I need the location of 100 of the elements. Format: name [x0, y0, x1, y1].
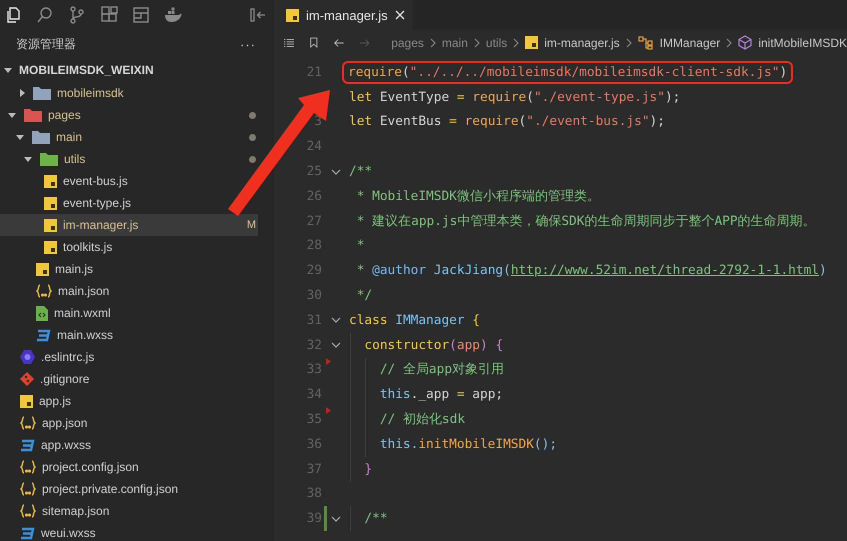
panel-icon[interactable] — [132, 6, 150, 24]
js-file-icon — [44, 218, 57, 232]
file-tree-item[interactable]: project.private.config.json — [0, 478, 180, 500]
code-line: */ — [356, 288, 372, 304]
file-tree-item[interactable]: project.config.json — [0, 456, 141, 478]
project-root-item[interactable]: MOBILEIMSDK_WEIXIN — [0, 58, 274, 82]
git-status-letter: M — [246, 219, 256, 231]
code-line: * MobileIMSDK微信小程序端的管理类。 — [356, 188, 600, 205]
search-icon[interactable] — [36, 6, 54, 24]
code-line: this.initMobileIMSDK(); — [378, 436, 558, 452]
file-tree-item[interactable]: main.json — [0, 280, 112, 302]
line-number: 21 — [306, 64, 322, 80]
file-tree-item[interactable]: app.js — [0, 390, 74, 412]
file-tree-item[interactable]: event-bus.js — [0, 170, 130, 192]
code-line: this._app = app; — [378, 387, 504, 402]
chevron-right-icon — [513, 38, 520, 48]
breadcrumb-item[interactable]: IMManager — [660, 36, 720, 50]
folder-icon — [24, 108, 42, 122]
file-tree-item[interactable]: event-type.js — [0, 192, 134, 214]
line-number: 34 — [306, 387, 322, 402]
chevron-right-icon — [726, 38, 732, 48]
css-file-icon — [20, 526, 35, 540]
line-number: 25 — [306, 164, 322, 180]
modified-dot — [249, 156, 256, 162]
folder-icon — [33, 86, 51, 100]
file-tree-item[interactable]: .gitignore — [0, 368, 92, 390]
js-file-icon — [20, 394, 33, 408]
chevron-right-icon — [626, 38, 632, 48]
js-file-icon — [36, 262, 49, 276]
breadcrumb-item[interactable]: pages — [391, 36, 424, 50]
line-number: 36 — [306, 436, 322, 452]
braces-icon — [20, 460, 36, 474]
line-number: 37 — [306, 462, 322, 477]
js-file-icon — [525, 36, 538, 49]
line-number: 30 — [306, 288, 322, 304]
diamond-icon — [20, 372, 34, 386]
code-file-icon — [36, 306, 48, 320]
breadcrumb-item[interactable]: initMobileIMSDK — [758, 36, 847, 50]
code-line: require("../../../mobileimsdk/mobileimsdk-client-sdk.js") — [342, 60, 794, 84]
file-tree-item[interactable]: toolkits.js — [0, 236, 114, 258]
file-tree-item[interactable]: main.wxss — [0, 324, 116, 346]
code-line: class IMManager { — [349, 312, 480, 328]
file-tree-item[interactable]: main — [0, 126, 258, 148]
js-file-icon — [286, 8, 299, 22]
line-number: 28 — [306, 238, 322, 254]
code-line: let EventBus = require("./event-bus.js"); — [349, 114, 665, 130]
css-file-icon — [36, 328, 51, 342]
source-control-icon[interactable] — [68, 6, 86, 24]
chevron-right-icon — [474, 38, 480, 48]
extensions-icon[interactable] — [100, 6, 118, 24]
chevron-right-icon — [430, 38, 436, 48]
breadcrumb-item[interactable]: im-manager.js — [544, 36, 620, 50]
file-tree-item[interactable]: weui.wxss — [0, 522, 98, 541]
file-tree-item[interactable]: app.json — [0, 412, 90, 434]
code-line: * — [356, 238, 364, 254]
fold-chevron-icon[interactable] — [330, 342, 340, 348]
file-tree-item[interactable]: app.wxss — [0, 434, 94, 456]
editor-tab[interactable]: im-manager.js — [274, 0, 413, 30]
code-line: let EventType = require("./event-type.js"); — [349, 90, 680, 105]
bookmark-icon[interactable] — [310, 35, 318, 50]
line-number: 38 — [306, 486, 322, 502]
line-number: 27 — [306, 214, 322, 229]
code-line: constructor(app) { — [363, 338, 504, 353]
collapse-panel-icon[interactable] — [250, 7, 266, 23]
code-line: * 建议在app.js中管理本类，确保SDK的生命周期同步于整个APP的生命周期。 — [356, 212, 816, 230]
code-line: // 全局app对象引用 — [378, 361, 504, 378]
outline-icon[interactable] — [284, 36, 294, 48]
fold-chevron-icon[interactable] — [330, 168, 340, 175]
close-icon[interactable] — [394, 10, 405, 20]
js-file-icon — [44, 240, 57, 254]
more-actions-button[interactable]: ··· — [240, 36, 256, 52]
fold-chevron-icon[interactable] — [330, 317, 340, 324]
cube-icon — [738, 35, 752, 50]
line-number: 31 — [306, 312, 322, 328]
fold-chevron-icon[interactable] — [330, 516, 340, 522]
file-tree-item[interactable]: main.js — [0, 258, 96, 280]
file-tree-item[interactable]: main.wxml — [0, 302, 113, 324]
code-line: } — [363, 462, 372, 477]
breadcrumb-item[interactable]: utils — [486, 36, 508, 50]
line-number: 3 — [314, 114, 322, 130]
line-number: 32 — [306, 338, 322, 353]
back-arrow-icon[interactable] — [334, 36, 344, 48]
modified-dot — [249, 112, 256, 118]
braces-icon — [36, 284, 52, 298]
file-tree-item[interactable]: .eslintrc.js — [0, 346, 96, 368]
folder-icon — [32, 130, 50, 144]
whale-icon[interactable] — [164, 6, 182, 24]
file-tree-item[interactable]: utils — [0, 148, 258, 170]
breadcrumb-item[interactable]: main — [442, 36, 468, 50]
file-tree-item[interactable]: pages — [0, 104, 258, 126]
code-line: /** — [363, 511, 388, 526]
js-file-icon — [44, 196, 57, 210]
file-tree-item[interactable]: im-manager.js M — [0, 214, 258, 236]
file-tree-item[interactable]: sitemap.json — [0, 500, 112, 522]
line-number: 26 — [306, 188, 322, 204]
file-tree-item[interactable]: mobileimsdk — [0, 82, 126, 104]
line-number: 39 — [306, 511, 322, 526]
line-number: 29 — [306, 263, 322, 278]
folder-icon — [40, 152, 58, 166]
braces-icon — [20, 416, 36, 430]
